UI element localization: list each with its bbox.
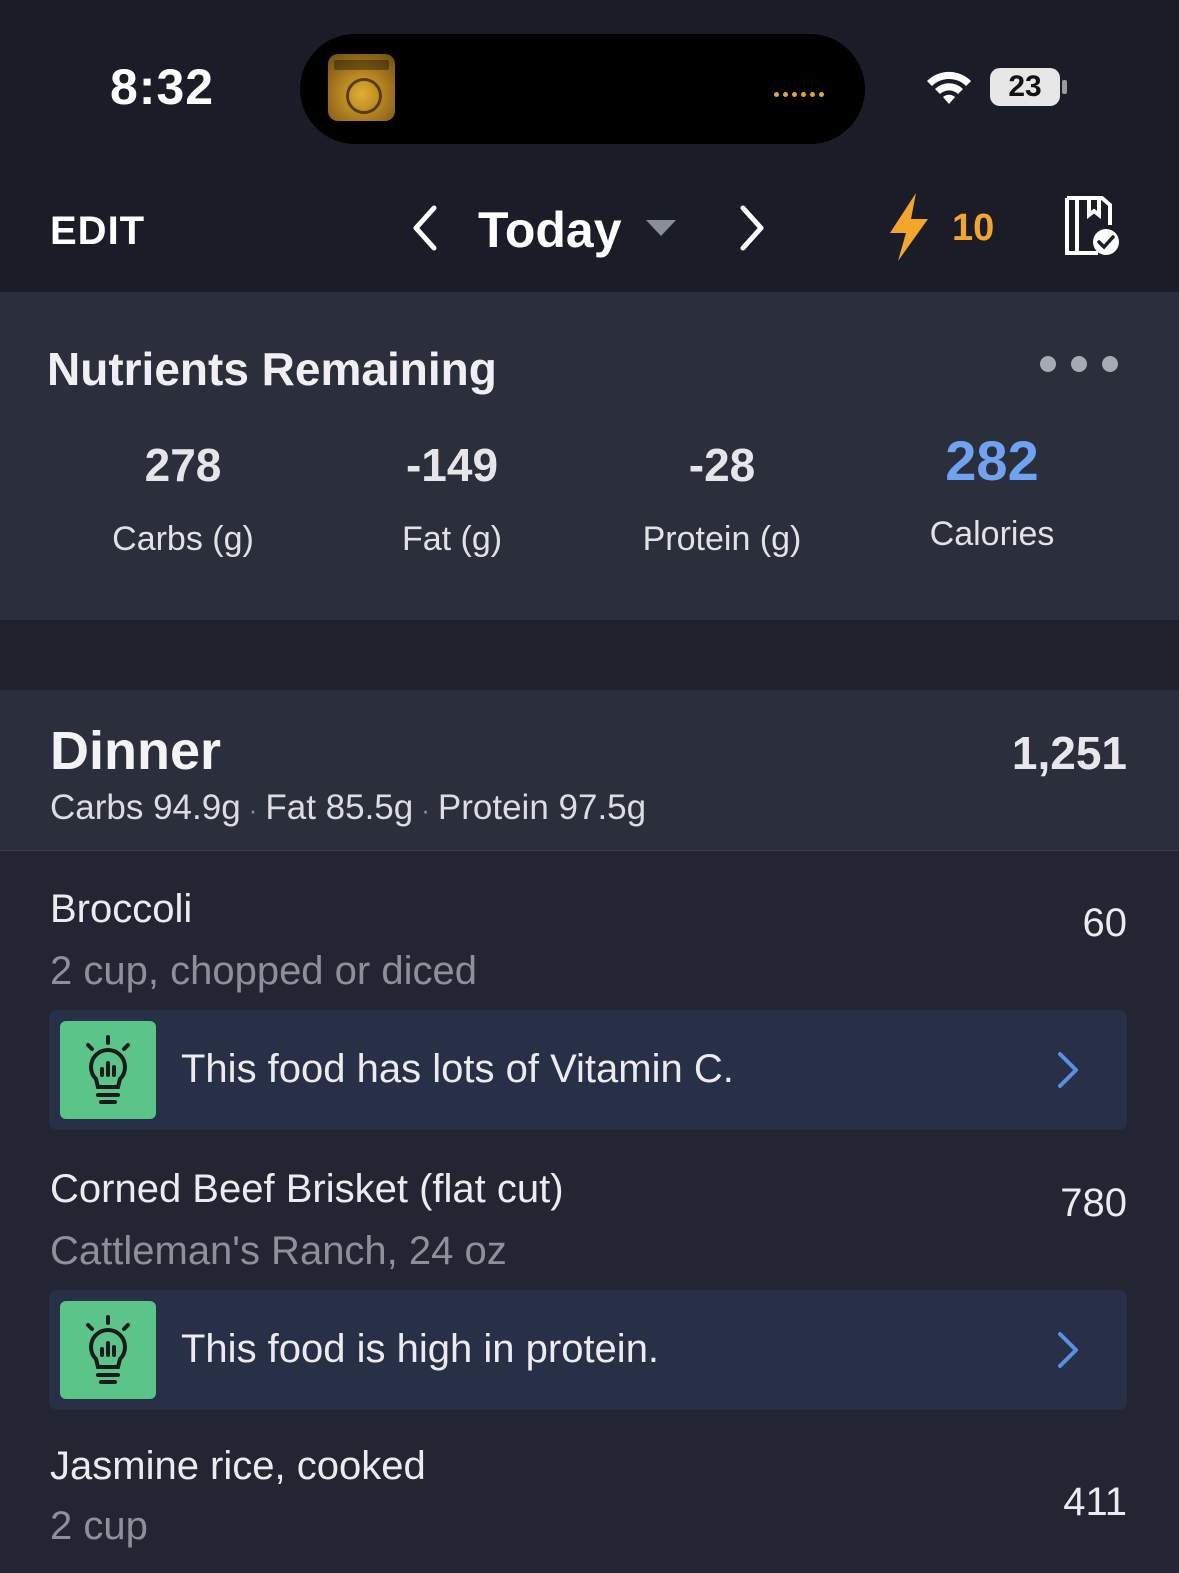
- plan-check-icon[interactable]: [1062, 195, 1122, 257]
- carbs-label: Carbs (g): [112, 520, 254, 558]
- chevron-right-icon[interactable]: [735, 203, 769, 253]
- edit-button[interactable]: EDIT: [50, 209, 145, 254]
- lightbulb-icon: [60, 1301, 156, 1399]
- food-item-corned-beef[interactable]: Corned Beef Brisket (flat cut) Cattleman…: [0, 1131, 1179, 1290]
- calories-label: Calories: [929, 515, 1055, 553]
- meal-protein: Protein 97.5g: [437, 788, 647, 827]
- calories-stat: 282 Calories: [862, 429, 1122, 554]
- protein-value: -28: [688, 439, 756, 491]
- food-calories: 60: [1082, 901, 1128, 945]
- battery-icon: 23: [990, 68, 1060, 106]
- fat-stat: -149 Fat (g): [322, 438, 582, 559]
- status-bar: 8:32 23: [0, 0, 1179, 175]
- fat-value: -149: [405, 439, 499, 491]
- nutrients-remaining-card[interactable]: Nutrients Remaining 278 Carbs (g) -149 F…: [0, 292, 1179, 620]
- food-serving: 2 cup, chopped or diced: [50, 949, 477, 993]
- food-name: Broccoli: [50, 887, 193, 931]
- chevron-left-icon[interactable]: [408, 203, 442, 253]
- battery-tip: [1062, 80, 1067, 94]
- macro-separator: ·: [421, 795, 430, 825]
- food-calories: 411: [1063, 1480, 1127, 1524]
- food-item-jasmine-rice[interactable]: Jasmine rice, cooked 2 cup 411: [0, 1410, 1179, 1573]
- macro-separator: ·: [248, 795, 258, 825]
- top-nav-bar: EDIT Today 10: [0, 175, 1179, 292]
- protein-stat: -28 Protein (g): [592, 438, 852, 559]
- carbs-value: 278: [144, 439, 222, 491]
- lightbulb-icon: [60, 1021, 156, 1119]
- meal-fat: Fat 85.5g: [265, 788, 414, 827]
- meal-name: Dinner: [50, 721, 222, 781]
- insight-text: This food is high in protein.: [181, 1327, 660, 1371]
- chevron-down-icon[interactable]: [646, 220, 676, 236]
- audio-waveform-icon: [774, 84, 838, 97]
- food-insight-banner[interactable]: This food has lots of Vitamin C.: [49, 1010, 1127, 1130]
- food-serving: 2 cup: [50, 1504, 148, 1548]
- album-art-icon[interactable]: [328, 54, 395, 121]
- more-options-icon[interactable]: [1040, 356, 1133, 377]
- dynamic-island[interactable]: [300, 34, 865, 144]
- fat-label: Fat (g): [401, 520, 503, 558]
- protein-label: Protein (g): [642, 520, 802, 558]
- meal-macros: Carbs 94.9g · Fat 85.5g · Protein 97.5g: [50, 788, 646, 828]
- section-divider: [0, 620, 1179, 690]
- meal-calories: 1,251: [1011, 727, 1127, 779]
- wifi-icon: [927, 71, 971, 104]
- date-selector[interactable]: Today: [478, 201, 622, 259]
- food-name: Corned Beef Brisket (flat cut): [50, 1167, 564, 1211]
- food-insight-banner[interactable]: This food is high in protein.: [49, 1290, 1127, 1410]
- calories-value: 282: [945, 429, 1039, 492]
- food-item-broccoli[interactable]: Broccoli 2 cup, chopped or diced 60: [0, 851, 1179, 1010]
- lightning-icon[interactable]: [884, 191, 934, 263]
- streak-count[interactable]: 10: [952, 207, 994, 250]
- carbs-stat: 278 Carbs (g): [53, 438, 313, 559]
- food-calories: 780: [1060, 1181, 1127, 1225]
- food-name: Jasmine rice, cooked: [50, 1444, 426, 1488]
- chevron-right-icon[interactable]: [1055, 1050, 1081, 1090]
- nutrients-remaining-title: Nutrients Remaining: [47, 343, 497, 395]
- status-time: 8:32: [110, 59, 215, 115]
- food-serving: Cattleman's Ranch, 24 oz: [50, 1229, 507, 1273]
- meal-carbs: Carbs 94.9g: [50, 788, 241, 827]
- meal-header-dinner[interactable]: Dinner 1,251 Carbs 94.9g · Fat 85.5g · Prote…: [0, 690, 1179, 851]
- insight-text: This food has lots of Vitamin C.: [181, 1047, 734, 1091]
- chevron-right-icon[interactable]: [1055, 1330, 1081, 1370]
